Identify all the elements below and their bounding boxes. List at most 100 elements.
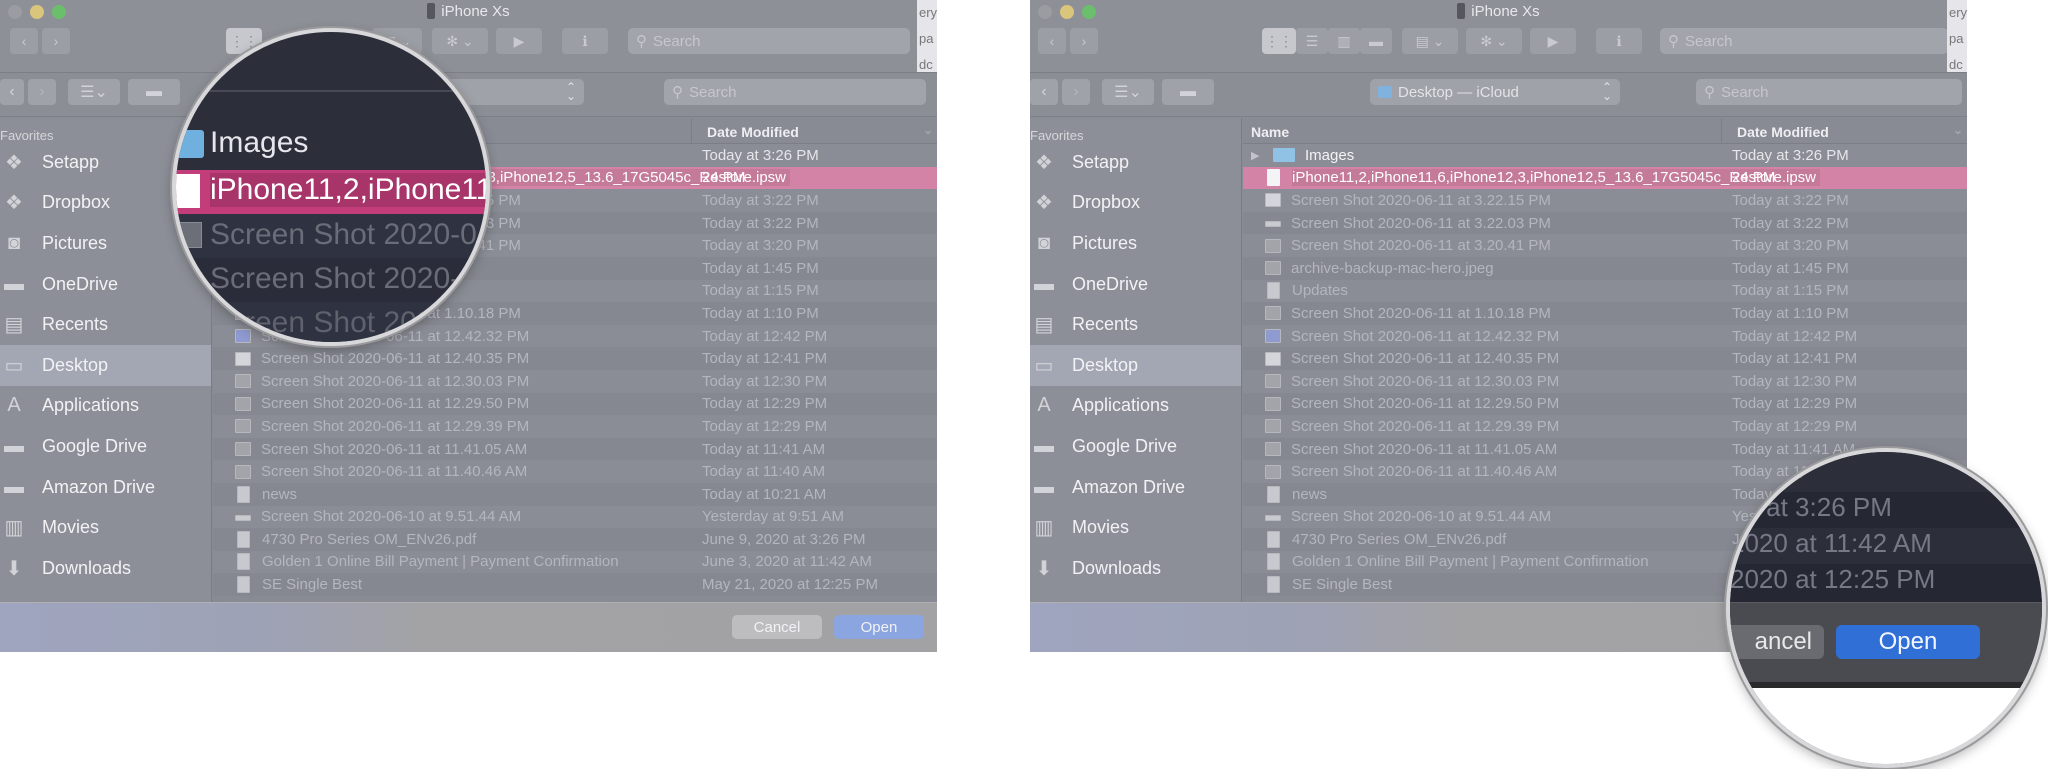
sidebar-item-movies[interactable]: ▥ Movies [0,507,211,548]
file-name: Screen Shot 2020-06-11 at 11.40.46 AM [1291,463,1558,481]
sidebar-item-downloads[interactable]: ⬇ Downloads [0,548,211,589]
column-name[interactable]: Name [1251,124,1289,140]
file-row[interactable]: Screen Shot 2020-06-10 at 9.51.44 AM Yest… [213,505,937,529]
gallery-view-button[interactable]: ▬ [1360,28,1392,54]
applications-icon: A [7,394,21,417]
column-date-modified[interactable]: Date Modified [707,124,799,140]
forward-button[interactable]: › [1070,28,1098,54]
dialog-search-field[interactable]: ⚲ Search [664,79,926,105]
sidebar-item-google-drive[interactable]: ▬ Google Drive [1030,426,1241,467]
document-icon [1267,169,1280,187]
view-options-button[interactable]: ☰⌄ [68,79,120,105]
sidebar: Favorites ❖ Setapp ❖ Dropbox ◙ Pictures ▬ OneDr… [1030,118,1242,602]
image-file-icon [235,514,251,521]
info-button[interactable]: ℹ [1596,28,1642,54]
sidebar-item-recents[interactable]: ▤ Recents [1030,304,1241,345]
quicklook-button[interactable]: ▶ [496,28,542,54]
sidebar-item-google-drive[interactable]: ▬ Google Drive [0,426,211,467]
sidebar-item-pictures[interactable]: ◙ Pictures [1030,223,1241,264]
cancel-button[interactable]: Cancel [732,615,822,639]
open-button[interactable]: Open [834,615,924,639]
sidebar-item-downloads[interactable]: ⬇ Downloads [1030,548,1241,589]
file-row[interactable]: Screen Shot 2020-06-11 at 1.10.18 PM Toda… [1243,302,1967,325]
file-row[interactable]: Screen Shot 2020-06-11 at 12.29.50 PM Tod… [1243,392,1967,416]
folder-icon [1273,148,1295,163]
sidebar-item-amazon-drive[interactable]: ▬ Amazon Drive [1030,467,1241,508]
background-window-edge: ery pa dc [917,0,937,80]
back-button[interactable]: ‹ [10,28,38,54]
search-icon: ⚲ [1704,84,1715,101]
file-row[interactable]: SE Single Best May 21, 2020 at 12:25 PM [213,573,937,596]
search-icon: ⚲ [1668,33,1679,50]
sidebar-item-desktop[interactable]: ▭ Desktop [1030,344,1241,386]
text-document-icon [237,530,250,548]
sidebar-item-onedrive[interactable]: ▬ OneDrive [1030,264,1241,305]
file-row[interactable]: Screen Shot 2020-06-11 at 12.40.35 PM Tod… [213,347,937,370]
file-date-modified: Today at 12:30 PM [1732,372,1858,390]
sidebar-item-setapp[interactable]: ❖ Setapp [1030,142,1241,183]
file-name: Screen Shot 2020-06-11 at 1.10.18 PM [1291,304,1551,322]
back-button[interactable]: ‹ [1030,79,1058,105]
screenshot-thumbnail-icon [176,222,202,248]
file-date-modified: June 9, 2020 at 3:26 PM [702,530,866,548]
file-row[interactable]: news Today at 10:21 AM [213,482,937,506]
column-view-button[interactable]: ▥ [1328,28,1360,54]
updown-chevron-icon: ⌃ ⌄ [1601,80,1612,103]
file-row[interactable]: Screen Shot 2020-06-11 at 12.29.50 PM Tod… [213,392,937,416]
file-date-modified: Today at 3:22 PM [702,214,819,232]
disclosure-triangle-icon[interactable]: ▶ [1251,149,1267,162]
view-options-button[interactable]: ☰⌄ [1102,79,1154,105]
file-date-modified: Today at 12:29 PM [1732,395,1858,413]
file-row[interactable]: Screen Shot 2020-06-11 at 12.30.03 PM Tod… [1243,369,1967,393]
lens-row-images: Images [176,122,486,170]
action-gear-button[interactable]: ✻ ⌄ [1466,28,1522,54]
file-name: Screen Shot 2020-06-10 at 9.51.44 AM [1291,508,1552,526]
file-row[interactable]: Screen Shot 2020-06-11 at 12.40.35 PM Tod… [1243,347,1967,370]
bg-search-field[interactable]: ⚲ Search [628,28,910,54]
location-popup[interactable]: Desktop — iCloud ⌃ ⌄ [1370,79,1620,105]
back-button[interactable]: ‹ [1038,28,1066,54]
forward-button[interactable]: › [42,28,70,54]
file-name: Updates [1292,282,1348,300]
file-row[interactable]: 4730 Pro Series OM_ENv26.pdf June 9, 2020… [213,528,937,551]
forward-button[interactable]: › [28,79,56,105]
cancel-button-magnified[interactable]: ancel [1730,625,1824,659]
file-row[interactable]: Golden 1 Online Bill Payment | Payment C… [213,550,937,574]
sidebar-item-movies[interactable]: ▥ Movies [1030,507,1241,548]
file-row[interactable]: Screen Shot 2020-06-11 at 12.29.39 PM Tod… [213,415,937,438]
file-date-modified: Today at 12:29 PM [702,417,828,435]
column-date-modified[interactable]: Date Modified [1737,124,1829,140]
new-folder-button[interactable]: ▬ [1162,79,1214,105]
file-row[interactable]: Screen Shot 2020-06-11 at 12.29.39 PM Tod… [1243,415,1967,438]
sidebar-item-applications[interactable]: A Applications [0,386,211,427]
new-folder-button[interactable]: ▬ [128,79,180,105]
file-row[interactable]: Screen Shot 2020-06-11 at 3.22.15 PM Toda… [1243,189,1967,212]
action-gear-button[interactable]: ✻ ⌄ [432,28,488,54]
file-row[interactable]: Screen Shot 2020-06-11 at 3.20.41 PM Toda… [1243,234,1967,257]
file-row[interactable]: archive-backup-mac-hero.jpeg Today at 1:4… [1243,256,1967,280]
sidebar-item-desktop[interactable]: ▭ Desktop [0,344,211,386]
file-row[interactable]: Screen Shot 2020-06-11 at 12.42.32 PM Tod… [1243,324,1967,348]
file-row[interactable]: Screen Shot 2020-06-11 at 12.30.03 PM Tod… [213,369,937,393]
open-button-magnified[interactable]: Open [1836,625,1980,659]
quicklook-button[interactable]: ▶ [1530,28,1576,54]
sidebar-item-applications[interactable]: A Applications [1030,386,1241,427]
file-row[interactable]: ▶ Images Today at 3:26 PM [1243,144,1967,167]
file-row[interactable]: Screen Shot 2020-06-11 at 11.40.46 AM Tod… [213,460,937,483]
forward-button[interactable]: › [1062,79,1090,105]
file-row[interactable]: iPhone11,2,iPhone11,6,iPhone12,3,iPhone1… [1243,166,1967,190]
icon-view-button[interactable]: ⋮⋮ [1262,28,1296,54]
list-view-button[interactable]: ☰ [1296,28,1328,54]
file-row[interactable]: Screen Shot 2020-06-11 at 3.22.03 PM Toda… [1243,211,1967,235]
bg-search-field[interactable]: ⚲ Search [1660,28,1948,54]
file-row[interactable]: Updates Today at 1:15 PM [1243,279,1967,303]
back-button[interactable]: ‹ [0,79,24,105]
info-button[interactable]: ℹ [562,28,608,54]
file-row[interactable]: Screen Shot 2020-06-11 at 11.41.05 AM Tod… [213,437,937,461]
text-document-icon [237,576,250,594]
sidebar-item-amazon-drive[interactable]: ▬ Amazon Drive [0,467,211,508]
dialog-search-field[interactable]: ⚲ Search [1696,79,1962,105]
sidebar-item-dropbox[interactable]: ❖ Dropbox [1030,183,1241,224]
sidebar-item-label: Dropbox [1072,192,1141,213]
group-button[interactable]: ▤ ⌄ [1402,28,1458,54]
